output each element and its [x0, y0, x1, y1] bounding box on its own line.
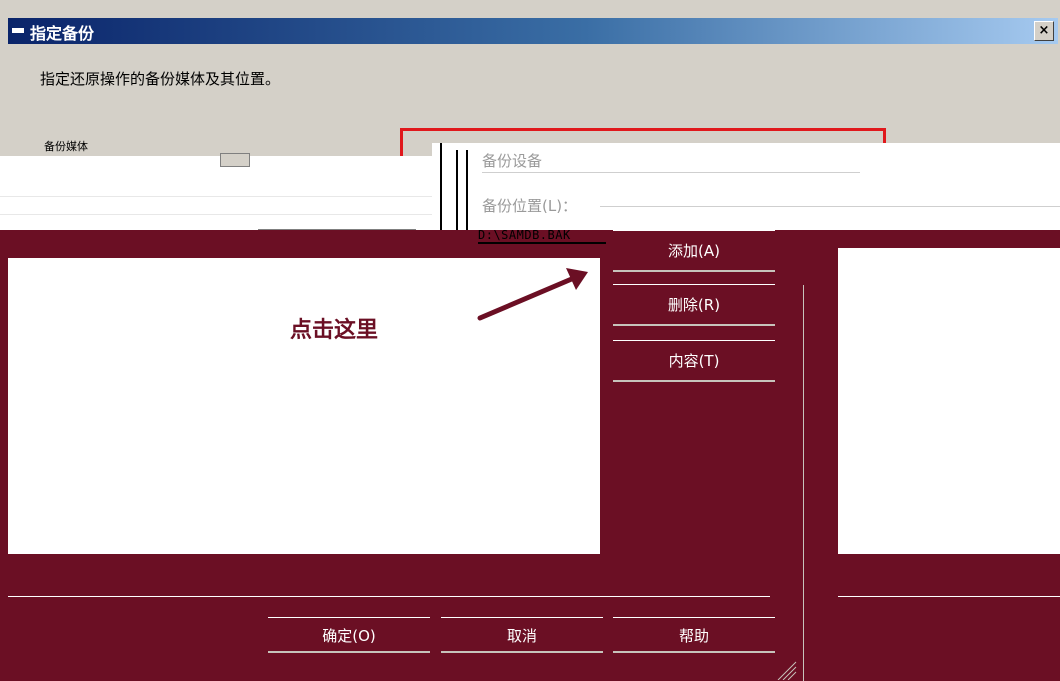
- backup-location-label: 备份位置(L)：: [482, 197, 578, 215]
- resize-grip-icon[interactable]: [772, 660, 798, 680]
- backup-path[interactable]: D:\SAMDB.BAK: [478, 228, 606, 244]
- help-button[interactable]: 帮助: [613, 617, 775, 653]
- close-button[interactable]: ×: [1034, 21, 1054, 41]
- cancel-button[interactable]: 取消: [441, 617, 603, 653]
- window-title: 指定备份: [30, 24, 95, 43]
- divider: [482, 172, 860, 173]
- divider: [0, 214, 432, 215]
- divider: [600, 206, 1060, 207]
- ok-button[interactable]: 确定(O): [268, 617, 430, 653]
- separator: [803, 285, 804, 681]
- divider: [838, 596, 1060, 597]
- annotation-text: 点击这里: [290, 318, 379, 343]
- glitch-strip: [0, 156, 432, 230]
- arrow-shaft: [477, 275, 577, 321]
- backup-media-select[interactable]: [220, 153, 250, 167]
- add-button[interactable]: 添加(A): [613, 230, 775, 272]
- divider: [0, 196, 432, 197]
- device-type-text: 备份设备: [482, 152, 543, 170]
- panel-border: [440, 143, 442, 243]
- backup-media-label: 备份媒体: [44, 140, 88, 153]
- remove-button[interactable]: 删除(R): [613, 284, 775, 326]
- pointer-arrow: [477, 268, 588, 321]
- info-panel: [838, 248, 1060, 554]
- window-icon: [12, 28, 24, 33]
- title-bar: 指定备份 ×: [8, 18, 1058, 44]
- instruction-text: 指定还原操作的备份媒体及其位置。: [40, 70, 281, 88]
- contents-button[interactable]: 内容(T): [613, 340, 775, 382]
- divider: [8, 596, 770, 597]
